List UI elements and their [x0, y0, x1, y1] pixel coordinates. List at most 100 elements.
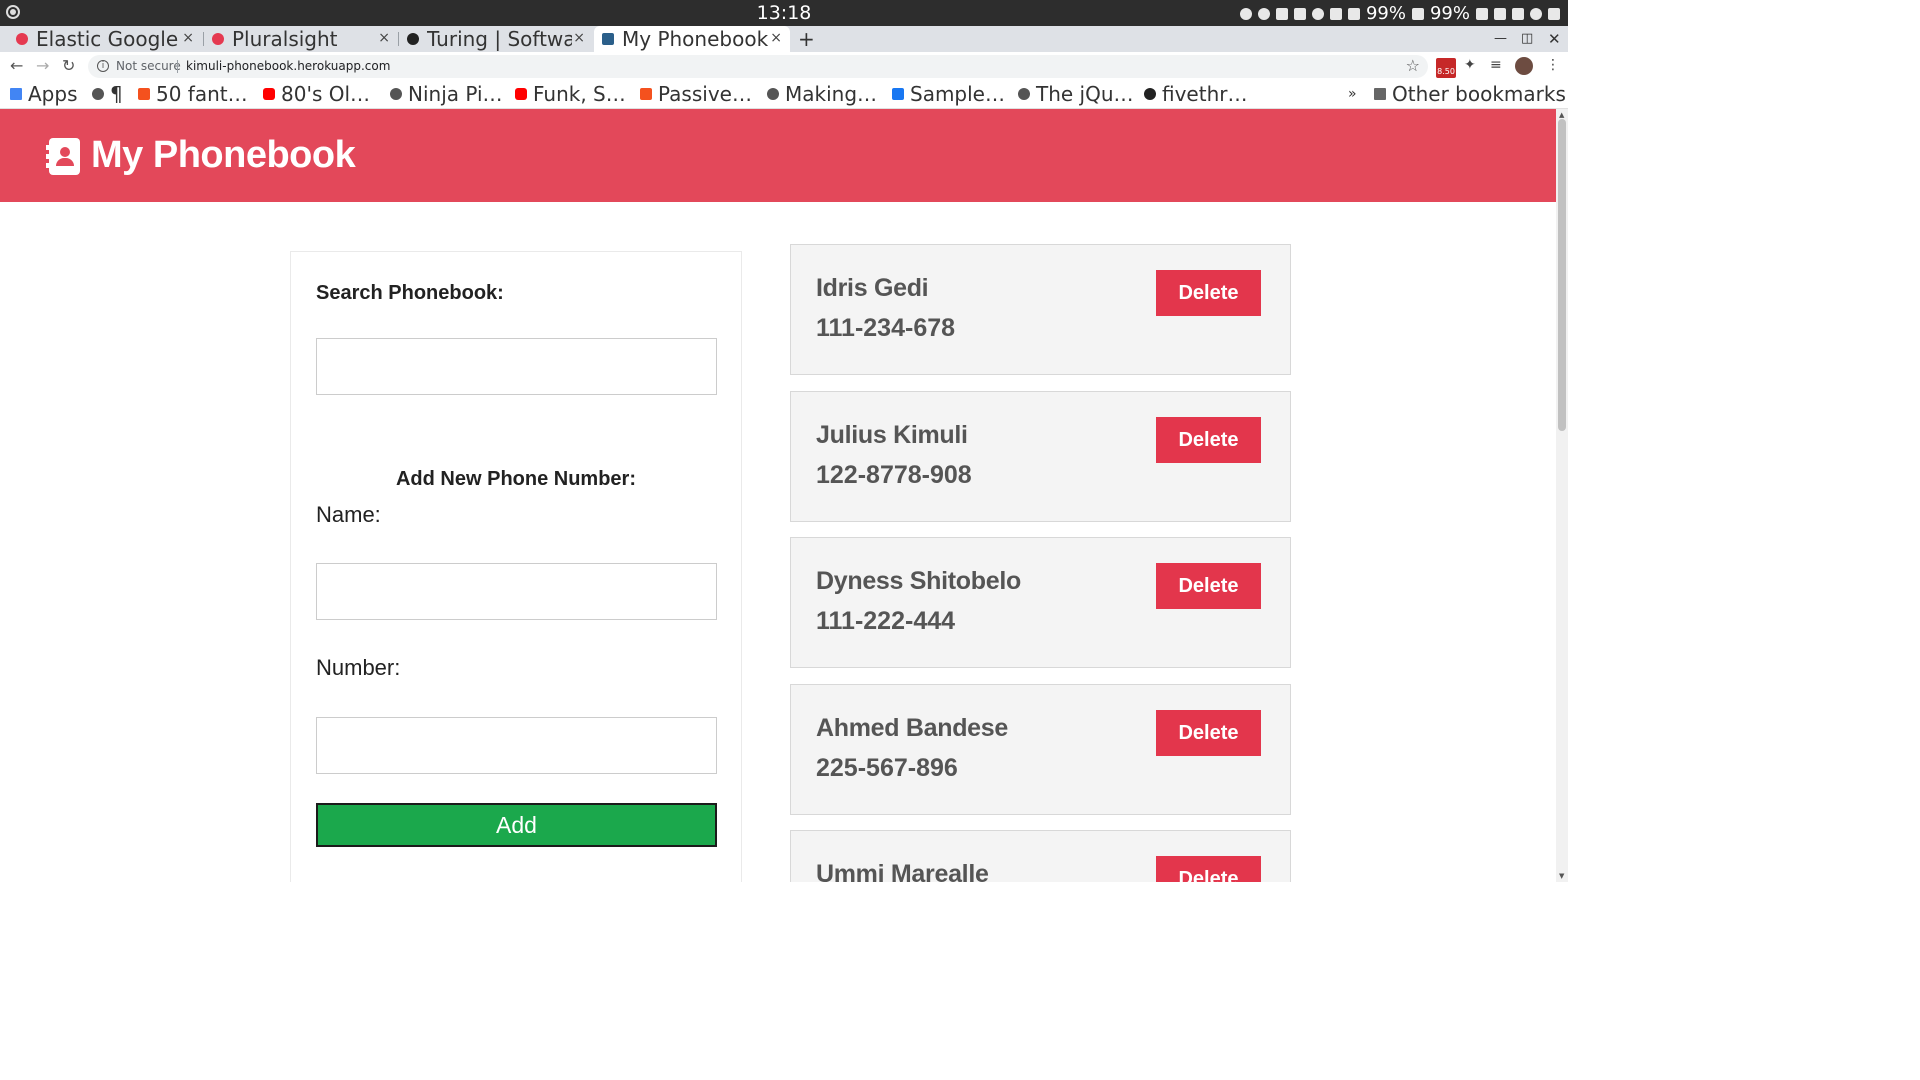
bookmark-star-icon[interactable]: ☆ [1406, 56, 1420, 75]
menu-icon[interactable] [1293, 7, 1306, 20]
tab-title: Elastic Google ( [36, 27, 186, 51]
page-scrollbar[interactable]: ▲ ▼ [1556, 109, 1568, 882]
bluetooth-icon[interactable] [1512, 7, 1524, 20]
tab-pluralsight[interactable]: Pluralsight × [206, 26, 396, 52]
facebook-icon [892, 88, 904, 100]
battery-a-percent: 99% [1365, 3, 1406, 24]
bookmark-label: 50 fant… [156, 82, 248, 106]
extension-badge[interactable]: 8.50 [1436, 58, 1456, 78]
contact-card: Idris Gedi 111-234-678 Delete [790, 244, 1291, 375]
bookmark-label: Funk, S… [533, 82, 626, 106]
add-button[interactable]: Add [316, 803, 717, 847]
globe-icon [1018, 88, 1030, 100]
scroll-up-icon[interactable]: ▲ [1559, 111, 1564, 119]
coffee-icon[interactable] [1239, 7, 1252, 20]
bookmark-80s-ol[interactable]: 80's Ol… [263, 82, 370, 106]
scroll-down-icon[interactable]: ▼ [1559, 872, 1564, 880]
bookmark-label: The jQu… [1036, 82, 1134, 106]
extensions-puzzle-icon[interactable]: ✦ [1464, 57, 1476, 73]
address-bar[interactable]: i Not secure kimuli-phonebook.herokuapp.… [88, 55, 1428, 78]
tab-turing[interactable]: Turing | Softwa × [401, 26, 591, 52]
globe-icon [390, 88, 402, 100]
restore-icon[interactable]: ◫ [1521, 26, 1533, 52]
tab-my-phonebook[interactable]: My Phonebook × [594, 26, 790, 52]
contact-phone: 111-234-678 [816, 314, 956, 342]
tab-strip: Elastic Google ( × Pluralsight × Turing … [0, 26, 1568, 52]
youtube-icon [263, 88, 275, 100]
number-label: Number: [316, 655, 401, 680]
bookmark-label: 80's Ol… [281, 82, 371, 106]
bookmarks-overflow-button[interactable]: » [1348, 86, 1357, 102]
bookmark-50-fant[interactable]: 50 fant… [138, 82, 248, 106]
omnibox-separator [177, 60, 178, 73]
media-queue-icon[interactable]: ≡ [1490, 57, 1502, 73]
bookmark-apps[interactable]: Apps [10, 82, 78, 106]
logo-tick [46, 145, 50, 150]
battery-b-percent: 99% [1429, 3, 1470, 24]
volume-icon[interactable] [1494, 7, 1506, 20]
logo-tick [46, 163, 50, 168]
bookmark-passive[interactable]: Passive… [640, 82, 752, 106]
indicator-icon[interactable] [1257, 7, 1270, 20]
delete-button[interactable]: Delete [1156, 710, 1261, 756]
wifi-icon[interactable] [1275, 7, 1288, 20]
tab-favicon-icon [16, 33, 28, 45]
power-icon[interactable] [1530, 7, 1542, 20]
url-text[interactable]: kimuli-phonebook.herokuapp.com [186, 59, 390, 73]
tab-close-icon[interactable]: × [770, 30, 782, 46]
tab-close-icon[interactable]: × [182, 30, 194, 46]
globe-icon [92, 88, 104, 100]
folder-icon[interactable] [1329, 7, 1342, 20]
contact-name: Idris Gedi [816, 274, 929, 302]
new-tab-button[interactable]: + [798, 26, 815, 52]
notification-icon[interactable] [1347, 7, 1360, 20]
contact-card: Dyness Shitobelo 111-222-444 Delete [790, 537, 1291, 668]
contact-phone: 122-8778-908 [816, 461, 972, 489]
bookmark-label: fivethr… [1162, 82, 1248, 106]
folder-icon [1374, 88, 1386, 100]
battery-icon[interactable] [1411, 7, 1424, 20]
reload-icon[interactable]: ↻ [62, 56, 75, 75]
tab-close-icon[interactable]: × [573, 30, 585, 46]
navigation-bar: ← → ↻ i Not secure kimuli-phonebook.hero… [0, 52, 1568, 81]
tab-elastic-google[interactable]: Elastic Google ( × [10, 26, 200, 52]
tab-close-icon[interactable]: × [378, 30, 390, 46]
system-tray[interactable]: 99% 99% [1239, 3, 1560, 24]
name-input[interactable] [316, 563, 717, 620]
site-info-icon[interactable]: i [97, 60, 109, 72]
security-label[interactable]: Not secure [116, 59, 181, 73]
window-close-icon[interactable]: ✕ [1548, 26, 1561, 52]
delete-button[interactable]: Delete [1156, 417, 1261, 463]
tab-favicon-icon [407, 33, 419, 45]
search-input[interactable] [316, 338, 717, 395]
night-mode-icon[interactable] [1311, 7, 1324, 20]
other-bookmarks[interactable]: Other bookmarks [1374, 82, 1566, 106]
browser-menu-icon[interactable]: ⋮ [1546, 57, 1560, 73]
bookmark-pilcrow[interactable]: ¶ [92, 82, 123, 106]
bookmark-label: Making… [785, 82, 878, 106]
bookmark-label: Sample… [910, 82, 1005, 106]
forward-icon[interactable]: → [36, 56, 49, 75]
logo-tick [46, 154, 50, 159]
logo-body [56, 158, 74, 166]
screen-icon[interactable] [1548, 7, 1560, 20]
tab-title: Pluralsight [232, 27, 338, 51]
delete-button[interactable]: Delete [1156, 856, 1261, 882]
bookmark-sample[interactable]: Sample… [892, 82, 1005, 106]
bookmark-funk[interactable]: Funk, S… [515, 82, 626, 106]
scrollbar-thumb[interactable] [1558, 119, 1566, 431]
bookmark-the-jqu[interactable]: The jQu… [1018, 82, 1134, 106]
profile-avatar[interactable] [1515, 57, 1533, 75]
minimize-icon[interactable]: — [1494, 26, 1507, 52]
bookmark-ninja-pi[interactable]: Ninja Pi… [390, 82, 503, 106]
tab-favicon-icon [602, 33, 614, 45]
number-input[interactable] [316, 717, 717, 774]
delete-button[interactable]: Delete [1156, 270, 1261, 316]
delete-button[interactable]: Delete [1156, 563, 1261, 609]
keyboard-icon[interactable] [1476, 7, 1488, 20]
bookmark-fivethr[interactable]: fivethr… [1144, 82, 1247, 106]
phonebook-form-panel: Search Phonebook: Add New Phone Number: … [290, 251, 742, 882]
bookmark-making[interactable]: Making… [767, 82, 877, 106]
contact-card: Ahmed Bandese 225-567-896 Delete [790, 684, 1291, 815]
back-icon[interactable]: ← [10, 56, 23, 75]
